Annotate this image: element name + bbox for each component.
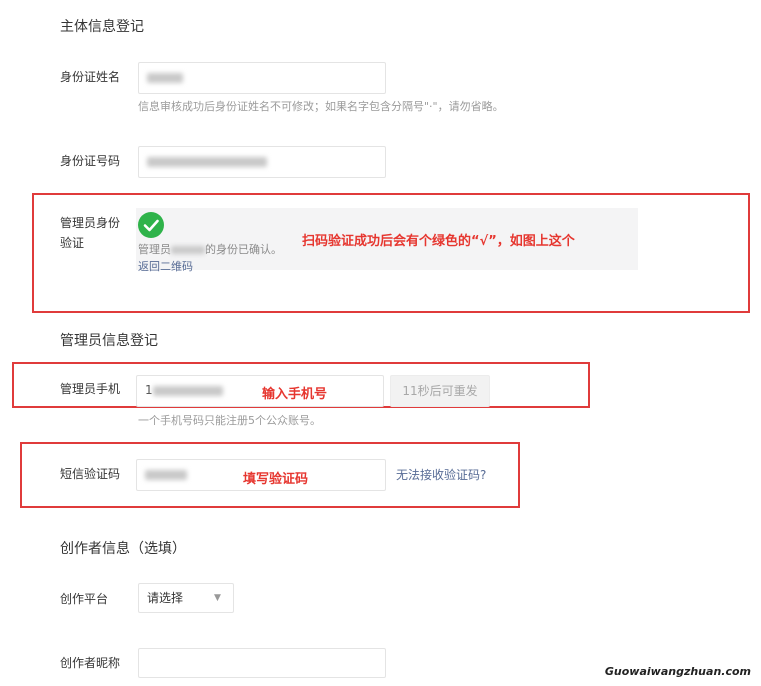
redacted-phone <box>152 385 223 396</box>
annotation-sms: 填写验证码 <box>243 472 309 487</box>
redacted-sms-code <box>145 469 187 480</box>
admin-phone-hint: 一个手机号码只能注册5个公众账号。 <box>138 414 321 427</box>
creator-nickname-input[interactable] <box>138 648 386 678</box>
admin-phone-input[interactable]: 1 <box>136 375 384 407</box>
admin-verify-label-1: 管理员身份 <box>60 216 121 230</box>
id-name-hint: 信息审核成功后身份证姓名不可修改；如果名字包含分隔号"·"，请勿省略。 <box>138 100 504 113</box>
admin-phone-label: 管理员手机 <box>60 382 121 396</box>
id-number-label: 身份证号码 <box>60 154 121 168</box>
sms-code-label: 短信验证码 <box>60 467 121 481</box>
admin-verify-label-2: 验证 <box>60 236 85 250</box>
section-title-creator: 创作者信息（选填） <box>60 541 186 557</box>
creator-platform-select-value: 请选择 <box>147 591 184 605</box>
chevron-down-icon: ▼ <box>214 593 221 603</box>
redacted-name <box>147 72 183 83</box>
phone-value-prefix: 1 <box>145 383 153 397</box>
section-title-subject: 主体信息登记 <box>60 19 144 35</box>
id-number-input[interactable] <box>138 146 386 178</box>
check-success-icon <box>138 212 164 238</box>
id-name-input[interactable] <box>138 62 386 94</box>
watermark-text: Guowaiwangzhuan.com <box>604 665 751 678</box>
id-name-label: 身份证姓名 <box>60 70 121 84</box>
redacted-id-number <box>147 156 267 167</box>
verify-status: 管理员 的身份已确认。 <box>138 241 282 257</box>
back-to-qrcode-link[interactable]: 返回二维码 <box>138 258 193 274</box>
annotation-verify: 扫码验证成功后会有个绿色的“√”，如图上这个 <box>302 234 575 249</box>
cannot-receive-code-link[interactable]: 无法接收验证码? <box>396 466 486 483</box>
redacted-admin-name <box>171 246 205 254</box>
creator-platform-label: 创作平台 <box>60 592 109 606</box>
resend-code-button[interactable]: 11秒后可重发 <box>390 375 490 407</box>
section-title-admin: 管理员信息登记 <box>60 333 158 349</box>
verify-status-prefix: 管理员 <box>138 243 171 256</box>
annotation-phone: 输入手机号 <box>262 387 328 402</box>
creator-nickname-label: 创作者昵称 <box>60 656 121 670</box>
verify-status-suffix: 的身份已确认。 <box>205 243 282 256</box>
